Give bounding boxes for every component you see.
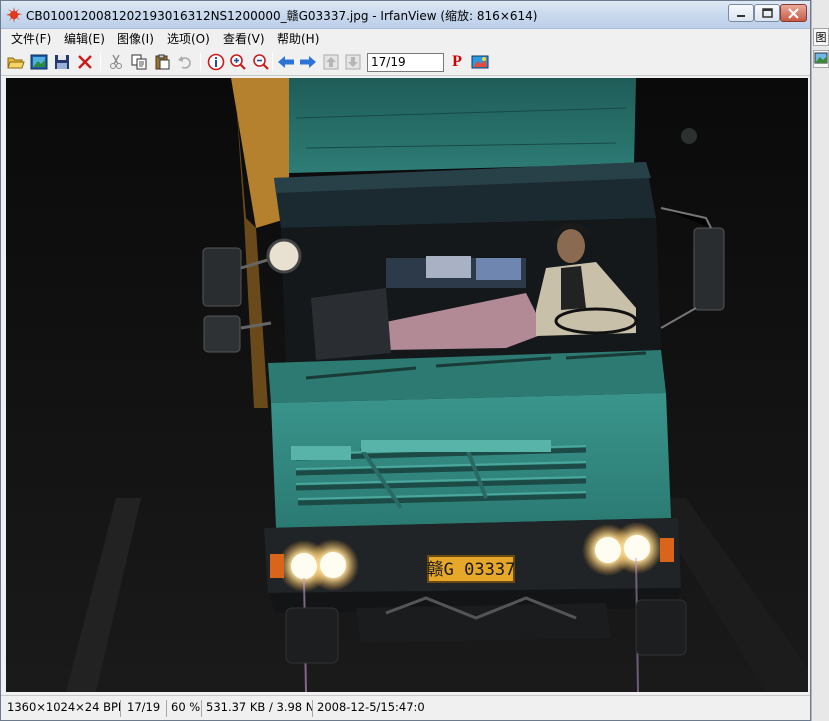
toolbar-separator (100, 53, 101, 71)
p-button[interactable]: P (447, 52, 467, 72)
status-dimensions: 1360×1024×24 BPP (3, 700, 121, 717)
up-button[interactable] (321, 52, 341, 72)
menu-file[interactable]: 文件(F) (7, 30, 55, 47)
down-button[interactable] (343, 52, 363, 72)
minimize-icon (737, 15, 745, 17)
info-icon (207, 53, 225, 71)
close-button[interactable] (780, 4, 807, 22)
cut-icon (110, 54, 122, 69)
undo-button[interactable] (175, 52, 195, 72)
zoom-in-button[interactable] (228, 52, 248, 72)
image-icon (814, 52, 828, 64)
next-button[interactable] (298, 52, 318, 72)
delete-icon (78, 55, 92, 69)
down-icon (345, 54, 361, 70)
slideshow-button[interactable] (29, 52, 49, 72)
delete-button[interactable] (75, 52, 95, 72)
info-button[interactable] (206, 52, 226, 72)
previous-button[interactable] (276, 52, 296, 72)
status-bar: 1360×1024×24 BPP 17/19 60 % 531.37 KB / … (1, 695, 810, 720)
paint-icon (471, 55, 489, 69)
status-filesize: 531.37 KB / 3.98 N (202, 700, 313, 717)
zoom-out-button[interactable] (251, 52, 271, 72)
up-icon (323, 54, 339, 70)
menu-bar: 文件(F) 编辑(E) 图像(I) 选项(O) 查看(V) 帮助(H) (1, 29, 810, 48)
side-image-icon[interactable] (813, 50, 829, 68)
license-plate: 赣G 03337 (427, 560, 516, 580)
open-folder-icon (7, 57, 25, 69)
toolbar-separator (272, 53, 273, 71)
paste-button[interactable] (152, 52, 172, 72)
next-icon (300, 56, 316, 68)
copy-icon (131, 54, 147, 70)
close-icon (788, 7, 799, 19)
cut-button[interactable] (106, 52, 126, 72)
page-number-field[interactable]: 17/19 (367, 53, 444, 72)
paint-button[interactable] (470, 52, 490, 72)
paste-icon (155, 54, 170, 70)
status-zoom: 60 % (167, 700, 202, 717)
window-title: CB0100120081202193016312NS1200000_赣G0333… (26, 9, 538, 23)
copy-button[interactable] (129, 52, 149, 72)
toolbar-separator (200, 53, 201, 71)
truck-photo: 赣G 03337 (6, 78, 808, 692)
status-index: 17/19 (123, 700, 167, 717)
save-button[interactable] (52, 52, 72, 72)
undo-icon (178, 56, 191, 69)
menu-help[interactable]: 帮助(H) (273, 30, 323, 47)
zoom-in-icon (230, 54, 246, 70)
title-bar[interactable]: CB0100120081202193016312NS1200000_赣G0333… (1, 1, 810, 29)
irfanview-window: CB0100120081202193016312NS1200000_赣G0333… (0, 0, 811, 721)
zoom-out-icon (253, 54, 269, 70)
menu-edit[interactable]: 编辑(E) (60, 30, 109, 47)
menu-options[interactable]: 选项(O) (163, 30, 214, 47)
open-button[interactable] (6, 52, 26, 72)
background-window-strip: 图 (811, 0, 829, 721)
maximize-button[interactable] (754, 4, 780, 22)
irfanview-app-icon (6, 7, 22, 23)
menu-image[interactable]: 图像(I) (113, 30, 158, 47)
status-datetime: 2008-12-5/15:47:0 (317, 700, 425, 714)
side-tab[interactable]: 图 (813, 28, 829, 46)
image-canvas[interactable]: 赣G 03337 (6, 78, 808, 692)
menu-view[interactable]: 查看(V) (219, 30, 269, 47)
maximize-icon (761, 8, 773, 18)
slideshow-icon (30, 54, 48, 70)
save-icon (55, 55, 69, 69)
previous-icon (278, 56, 294, 68)
minimize-button[interactable] (728, 4, 754, 22)
